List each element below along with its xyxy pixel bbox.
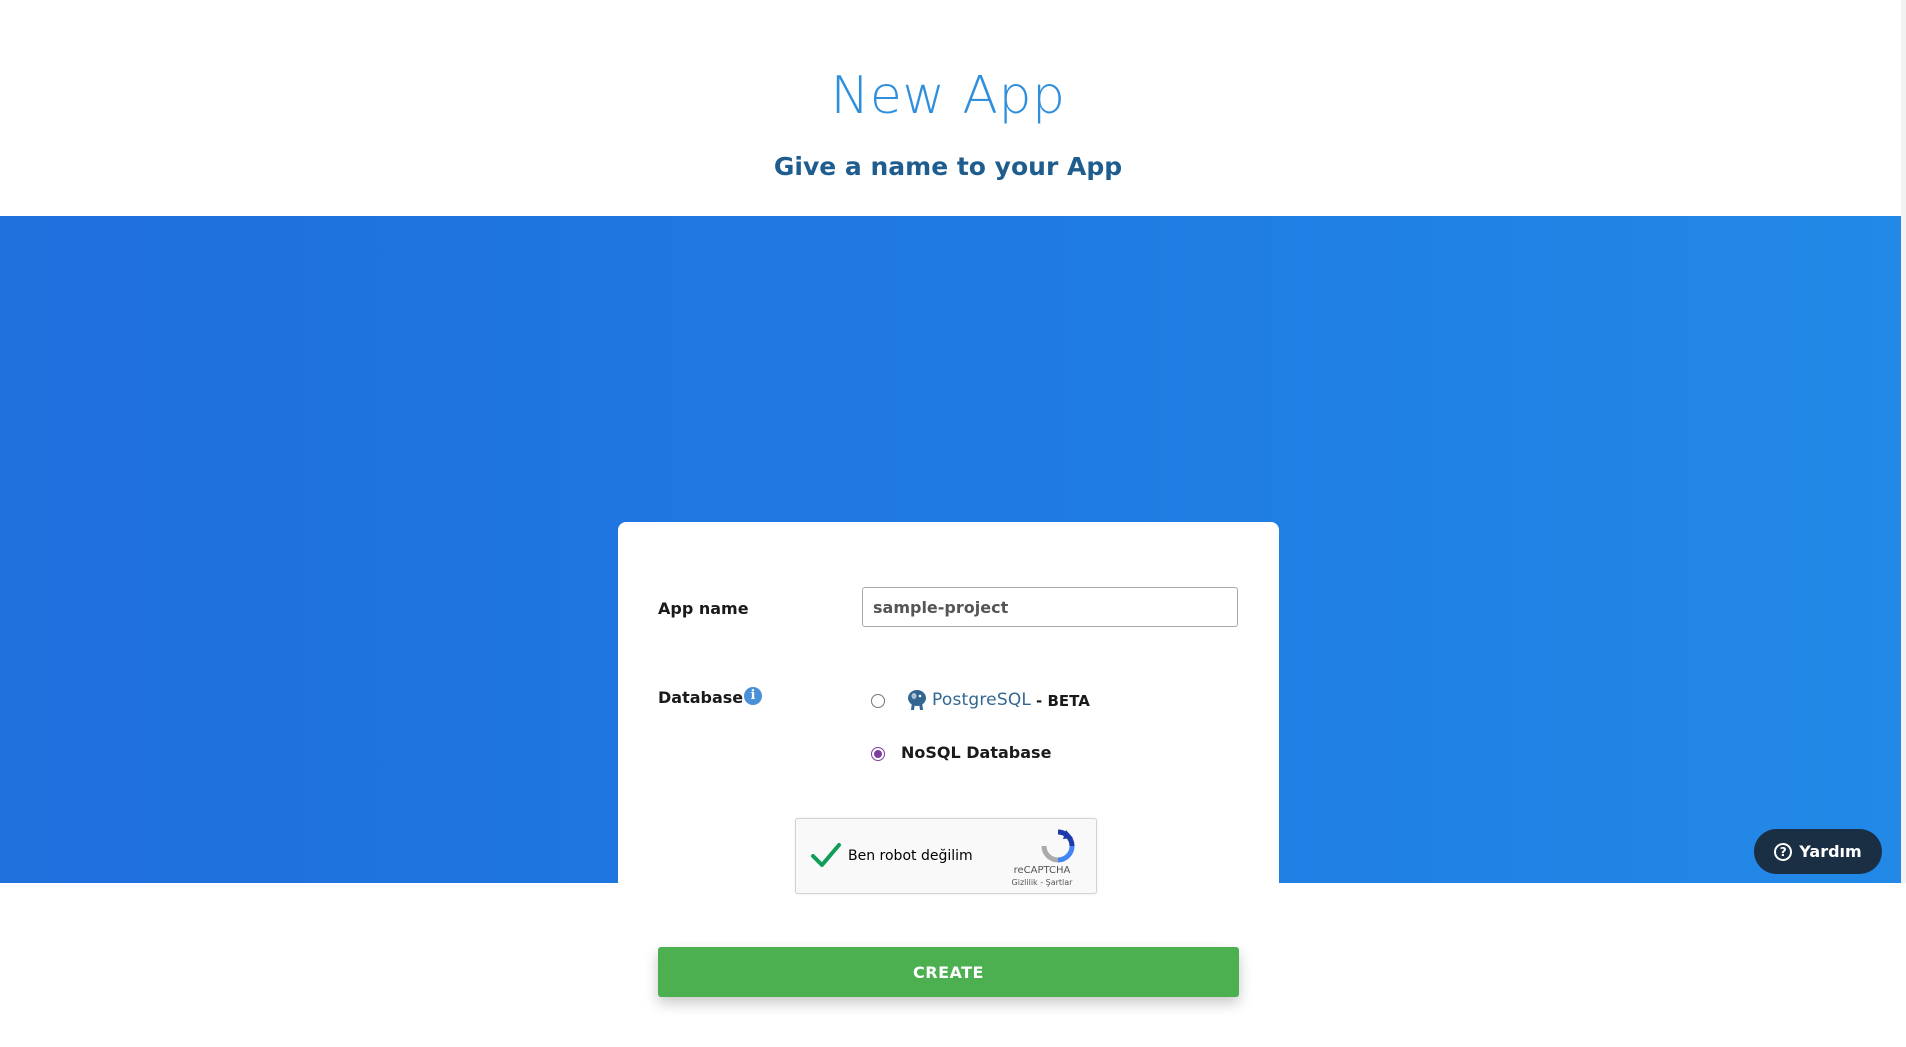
elephant-icon xyxy=(908,690,926,710)
create-button[interactable]: CREATE xyxy=(658,947,1239,997)
nosql-option-label[interactable]: NoSQL Database xyxy=(901,743,1051,762)
new-app-form-card: App name Database i PostgreSQL - BETA No… xyxy=(618,522,1279,1047)
postgresql-logo[interactable]: PostgreSQL xyxy=(906,688,1031,712)
database-label: Database xyxy=(658,688,744,707)
hero-background: App name Database i PostgreSQL - BETA No… xyxy=(0,216,1901,1047)
recaptcha-logo-icon xyxy=(1041,829,1075,863)
help-label: Yardım xyxy=(1799,842,1862,861)
question-circle-icon: ? xyxy=(1774,842,1793,861)
page-header: New App Give a name to your App xyxy=(0,0,1901,216)
nosql-radio[interactable] xyxy=(871,747,885,761)
app-name-label: App name xyxy=(658,599,749,618)
check-icon[interactable] xyxy=(810,839,842,871)
postgresql-radio[interactable] xyxy=(871,694,885,708)
app-name-input[interactable] xyxy=(862,587,1238,627)
scrollbar[interactable] xyxy=(1901,0,1906,883)
recaptcha-label: Ben robot değilim xyxy=(848,848,973,864)
info-icon[interactable]: i xyxy=(744,687,762,705)
postgresql-beta-label: - BETA xyxy=(1036,692,1090,710)
recaptcha-brand: reCAPTCHA xyxy=(1013,865,1071,876)
help-button[interactable]: ? Yardım xyxy=(1754,829,1882,874)
page-title: New App xyxy=(830,66,1066,126)
postgresql-logo-text: PostgreSQL xyxy=(932,690,1032,710)
page-subtitle: Give a name to your App xyxy=(773,152,1123,181)
